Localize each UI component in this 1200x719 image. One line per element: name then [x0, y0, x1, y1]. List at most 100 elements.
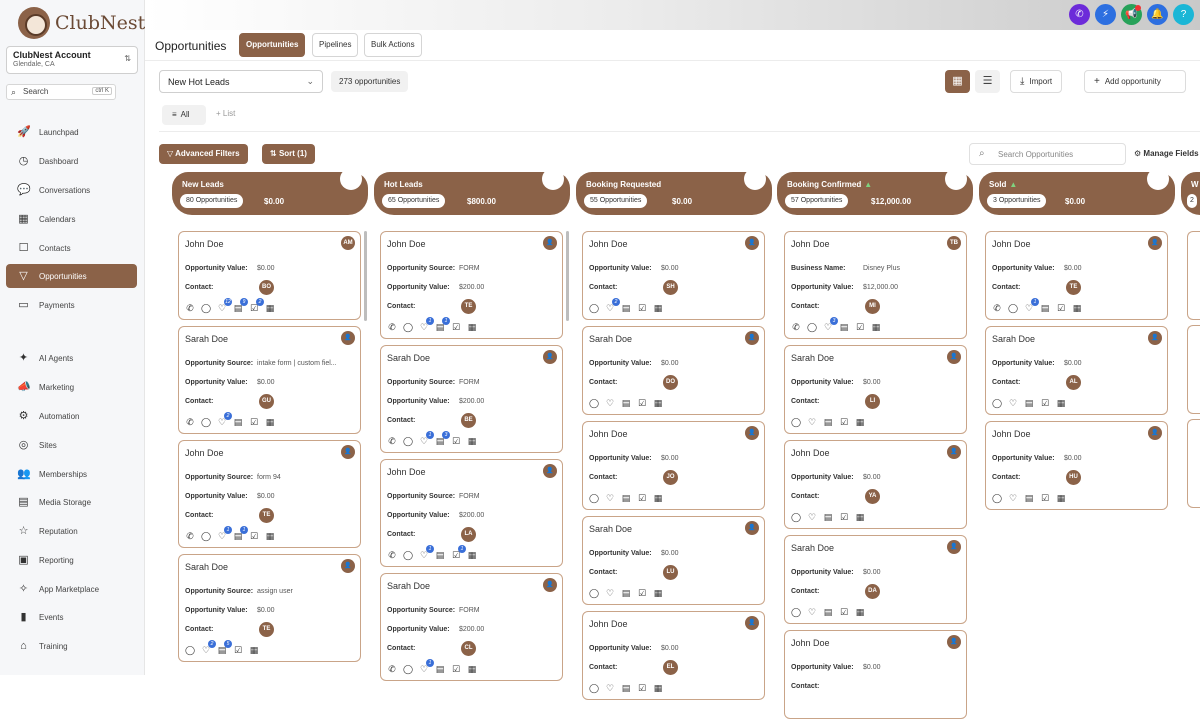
sort-button[interactable]: ⇅ Sort (1) [262, 144, 315, 164]
tag-icon[interactable]: ♡ [1007, 493, 1019, 504]
assignee-avatar[interactable]: 👤 [745, 616, 759, 630]
calendar-icon[interactable]: ▦ [1071, 303, 1083, 314]
contact-avatar[interactable]: TE [259, 622, 274, 637]
opportunity-card[interactable]: John Doe 👤 Opportunity Source: FORM Opportun… [380, 231, 563, 339]
sidebar-item-calendars[interactable]: ▦ Calendars [6, 207, 137, 231]
task-icon[interactable]: ☑ 2 [248, 298, 264, 314]
opportunity-card[interactable]: Sarah Doe 👤 Opportunity Value: $0.00 Contact… [784, 345, 967, 434]
opportunity-card[interactable]: Sarah Doe 👤 Opportunity Value: $0.00 Contact… [582, 516, 765, 605]
note-icon[interactable]: ▤ [822, 512, 834, 523]
task-icon[interactable]: ☑ [1039, 398, 1051, 409]
contact-avatar[interactable]: LU [663, 565, 678, 580]
calendar-icon[interactable]: ▦ [1055, 398, 1067, 409]
sidebar-item-payments[interactable]: ▭ Payments [6, 293, 137, 317]
contact-avatar[interactable]: TE [1066, 280, 1081, 295]
opportunity-card-partial[interactable] [1187, 325, 1200, 414]
view-tab-all[interactable]: ≡ All [162, 105, 206, 125]
tag-icon[interactable]: ♡ 1 [1023, 298, 1039, 314]
task-icon[interactable]: ☑ [450, 664, 462, 675]
opportunity-card[interactable]: Sarah Doe 👤 Opportunity Source: FORM Opportu… [380, 345, 563, 453]
note-icon[interactable]: ▤ [620, 398, 632, 409]
chat-icon[interactable]: ◯ [402, 436, 414, 447]
sidebar-item-events[interactable]: ▮ Events [6, 605, 137, 629]
grid-view-button[interactable]: ▦ [945, 70, 970, 93]
import-button[interactable]: ⤓ Import [1010, 70, 1063, 93]
opportunity-card[interactable]: Sarah Doe 👤 Opportunity Source: assign user… [178, 554, 361, 662]
sidebar-item-sites[interactable]: ◎ Sites [6, 433, 137, 457]
opportunity-card[interactable]: John Doe TB Business Name: Disney Plus Oppor… [784, 231, 967, 339]
add-list-button[interactable]: + List [216, 109, 235, 118]
calendar-icon[interactable]: ▦ [652, 683, 664, 694]
chat-icon[interactable]: ◯ [200, 531, 212, 542]
calendar-icon[interactable]: ▦ [854, 512, 866, 523]
task-icon[interactable]: ☑ [248, 531, 260, 542]
chat-icon[interactable]: ◯ [991, 493, 1003, 504]
chat-icon[interactable]: ◯ [184, 645, 196, 656]
opportunity-card[interactable]: John Doe 👤 Opportunity Value: $0.00 Contact:… [582, 421, 765, 510]
task-icon[interactable]: ☑ [838, 417, 850, 428]
note-icon[interactable]: ▤ [1023, 398, 1035, 409]
calendar-icon[interactable]: ▦ [652, 493, 664, 504]
assignee-avatar[interactable]: 👤 [745, 521, 759, 535]
manage-fields-button[interactable]: ⚙ Manage Fields [1134, 149, 1199, 158]
calendar-icon[interactable]: ▦ [264, 417, 276, 428]
phone-icon[interactable]: ✆ [184, 531, 196, 542]
sidebar-item-training[interactable]: ⌂ Training [6, 634, 137, 658]
note-icon[interactable]: ▤ 1 [232, 526, 248, 542]
contact-avatar[interactable]: EL [663, 660, 678, 675]
tag-icon[interactable]: ♡ [604, 493, 616, 504]
tag-icon[interactable]: ♡ 2 [604, 298, 620, 314]
opportunity-card-partial[interactable] [1187, 419, 1200, 508]
phone-icon[interactable]: ✆ [790, 322, 802, 333]
assignee-avatar[interactable]: 👤 [745, 236, 759, 250]
task-icon[interactable]: ☑ [636, 683, 648, 694]
assignee-avatar[interactable]: 👤 [947, 445, 961, 459]
opportunity-card[interactable]: John Doe 👤 Opportunity Value: $0.00 Contact:… [985, 421, 1168, 510]
chat-icon[interactable]: ◯ [588, 398, 600, 409]
opportunity-card[interactable]: John Doe 👤 Opportunity Value: $0.00 Contact:… [582, 231, 765, 320]
tab-pipelines[interactable]: Pipelines [312, 33, 359, 57]
contact-avatar[interactable]: DA [865, 584, 880, 599]
contact-avatar[interactable]: GU [259, 394, 274, 409]
chat-icon[interactable]: ◯ [790, 417, 802, 428]
task-icon[interactable]: ☑ [636, 303, 648, 314]
contact-avatar[interactable]: CL [461, 641, 476, 656]
contact-avatar[interactable]: LI [865, 394, 880, 409]
contact-avatar[interactable]: JO [663, 470, 678, 485]
assignee-avatar[interactable]: 👤 [543, 350, 557, 364]
calendar-icon[interactable]: ▦ [466, 436, 478, 447]
assignee-avatar[interactable]: 👤 [1148, 331, 1162, 345]
chat-icon[interactable]: ◯ [588, 588, 600, 599]
sidebar-item-dashboard[interactable]: ◷ Dashboard [6, 149, 137, 173]
chat-icon[interactable]: ◯ [402, 550, 414, 561]
phone-icon[interactable]: ✆ [1069, 4, 1090, 25]
contact-avatar[interactable]: DO [663, 375, 678, 390]
assignee-avatar[interactable]: TB [947, 236, 961, 250]
sidebar-item-app-marketplace[interactable]: ✧ App Marketplace [6, 577, 137, 601]
task-icon[interactable]: ☑ [854, 322, 866, 333]
chat-icon[interactable]: ◯ [806, 322, 818, 333]
sidebar-item-contacts[interactable]: ☐ Contacts [6, 236, 137, 260]
contact-avatar[interactable]: TE [461, 299, 476, 314]
calendar-icon[interactable]: ▦ [854, 607, 866, 618]
opportunity-card[interactable]: Sarah Doe 👤 Opportunity Value: $0.00 Contact… [784, 535, 967, 624]
opportunity-card[interactable]: Sarah Doe 👤 Opportunity Source: intake form… [178, 326, 361, 434]
chat-icon[interactable]: ◯ [588, 493, 600, 504]
task-icon[interactable]: ☑ [636, 398, 648, 409]
phone-icon[interactable]: ✆ [991, 303, 1003, 314]
assignee-avatar[interactable]: 👤 [341, 331, 355, 345]
task-icon[interactable]: ☑ [636, 588, 648, 599]
task-icon[interactable]: ☑ [1039, 493, 1051, 504]
contact-avatar[interactable]: AL [1066, 375, 1081, 390]
note-icon[interactable]: ▤ [620, 588, 632, 599]
quick-action-icon[interactable]: ⚡ [1095, 4, 1116, 25]
assignee-avatar[interactable]: 👤 [947, 635, 961, 649]
calendar-icon[interactable]: ▦ [466, 322, 478, 333]
sidebar-item-launchpad[interactable]: 🚀 Launchpad [6, 120, 137, 144]
note-icon[interactable]: ▤ [838, 322, 850, 333]
note-icon[interactable]: ▤ [822, 607, 834, 618]
opportunity-card[interactable]: Sarah Doe 👤 Opportunity Value: $0.00 Contact… [582, 326, 765, 415]
account-switcher[interactable]: ClubNest Account Glendale, CA ⇅ [6, 46, 138, 74]
assignee-avatar[interactable]: 👤 [947, 540, 961, 554]
sidebar-item-marketing[interactable]: 📣 Marketing [6, 375, 137, 399]
